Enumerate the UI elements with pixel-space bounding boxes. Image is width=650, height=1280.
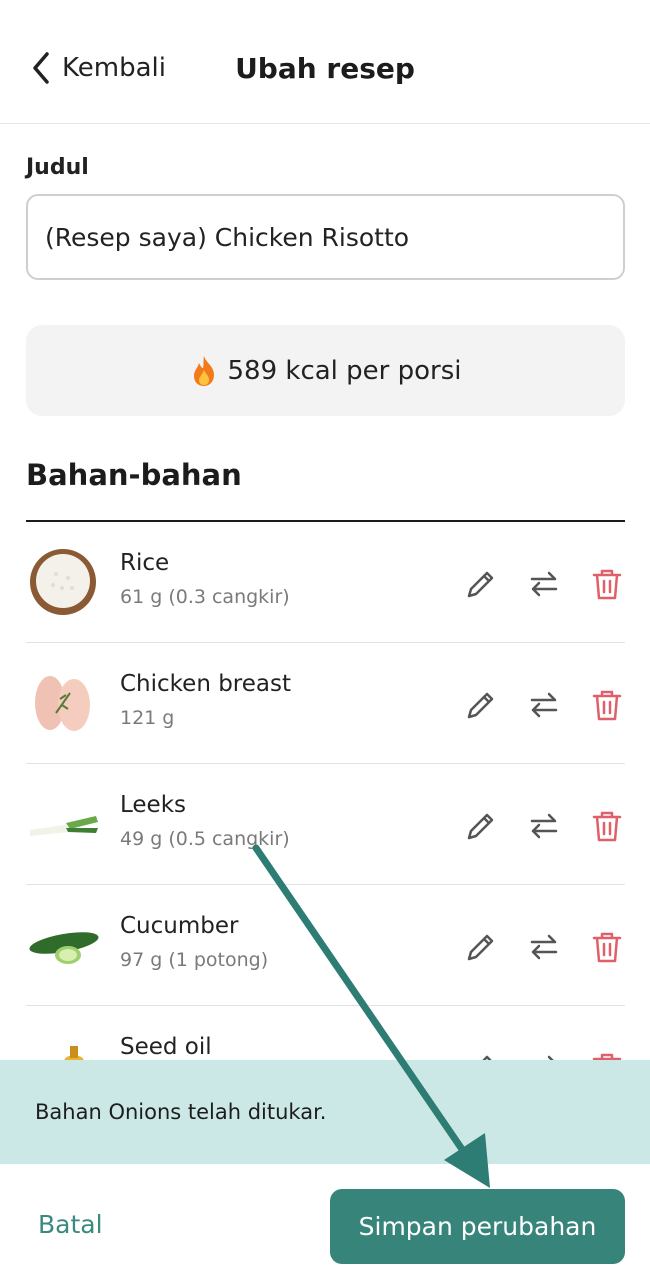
ingredient-name: Seed oil — [120, 1034, 212, 1060]
trash-icon — [592, 569, 622, 600]
pencil-icon — [467, 571, 494, 598]
rice-image — [26, 544, 100, 618]
top-bar: Kembali Ubah resep — [0, 0, 650, 124]
ingredient-amount: 97 g (1 potong) — [120, 949, 269, 971]
trash-icon — [592, 932, 622, 963]
edit-button[interactable] — [463, 808, 499, 844]
delete-button[interactable] — [589, 808, 625, 844]
swap-icon — [530, 692, 558, 718]
bottom-bar: Batal Simpan perubahan — [0, 1164, 650, 1280]
swap-button[interactable] — [526, 566, 562, 602]
page-title: Ubah resep — [235, 52, 415, 85]
pencil-icon — [467, 692, 494, 719]
ingredient-row: Leeks 49 g (0.5 cangkir) — [26, 764, 625, 885]
swap-icon — [530, 934, 558, 960]
ingredients-heading: Bahan-bahan — [26, 458, 242, 492]
ingredient-name: Chicken breast — [120, 671, 292, 697]
swap-button[interactable] — [526, 929, 562, 965]
ingredient-amount: 61 g (0.3 cangkir) — [120, 586, 290, 608]
toast-message: Bahan Onions telah ditukar. — [35, 1100, 327, 1124]
ingredient-name: Cucumber — [120, 913, 239, 939]
calorie-summary: 589 kcal per porsi — [26, 325, 625, 416]
pencil-icon — [467, 813, 494, 840]
fire-icon — [190, 355, 218, 387]
trash-icon — [592, 690, 622, 721]
save-changes-button[interactable]: Simpan perubahan — [330, 1189, 625, 1264]
edit-button[interactable] — [463, 566, 499, 602]
swap-icon — [530, 813, 558, 839]
pencil-icon — [467, 934, 494, 961]
swap-icon — [530, 571, 558, 597]
delete-button[interactable] — [589, 566, 625, 602]
ingredient-row: Cucumber 97 g (1 potong) — [26, 885, 625, 1006]
ingredient-amount: 121 g — [120, 707, 175, 729]
delete-button[interactable] — [589, 687, 625, 723]
calorie-text: 589 kcal per porsi — [227, 355, 462, 386]
ingredient-amount: 49 g (0.5 cangkir) — [120, 828, 290, 850]
ingredient-name: Leeks — [120, 792, 187, 818]
ingredient-row: Rice 61 g (0.3 cangkir) — [26, 522, 625, 643]
ingredient-name: Rice — [120, 550, 170, 576]
trash-icon — [592, 811, 622, 842]
title-label: Judul — [26, 155, 89, 180]
swap-button[interactable] — [526, 808, 562, 844]
title-input[interactable] — [26, 194, 625, 280]
toast-notification: Bahan Onions telah ditukar. — [0, 1060, 650, 1164]
swap-button[interactable] — [526, 687, 562, 723]
ingredient-list: Rice 61 g (0.3 cangkir) Chicken breast 1… — [26, 522, 625, 1127]
edit-button[interactable] — [463, 929, 499, 965]
leeks-image — [26, 786, 100, 860]
edit-button[interactable] — [463, 687, 499, 723]
cucumber-image — [26, 907, 100, 981]
delete-button[interactable] — [589, 929, 625, 965]
ingredient-row: Chicken breast 121 g — [26, 643, 625, 764]
cancel-button[interactable]: Batal — [38, 1210, 103, 1239]
chicken-breast-image — [26, 665, 100, 739]
